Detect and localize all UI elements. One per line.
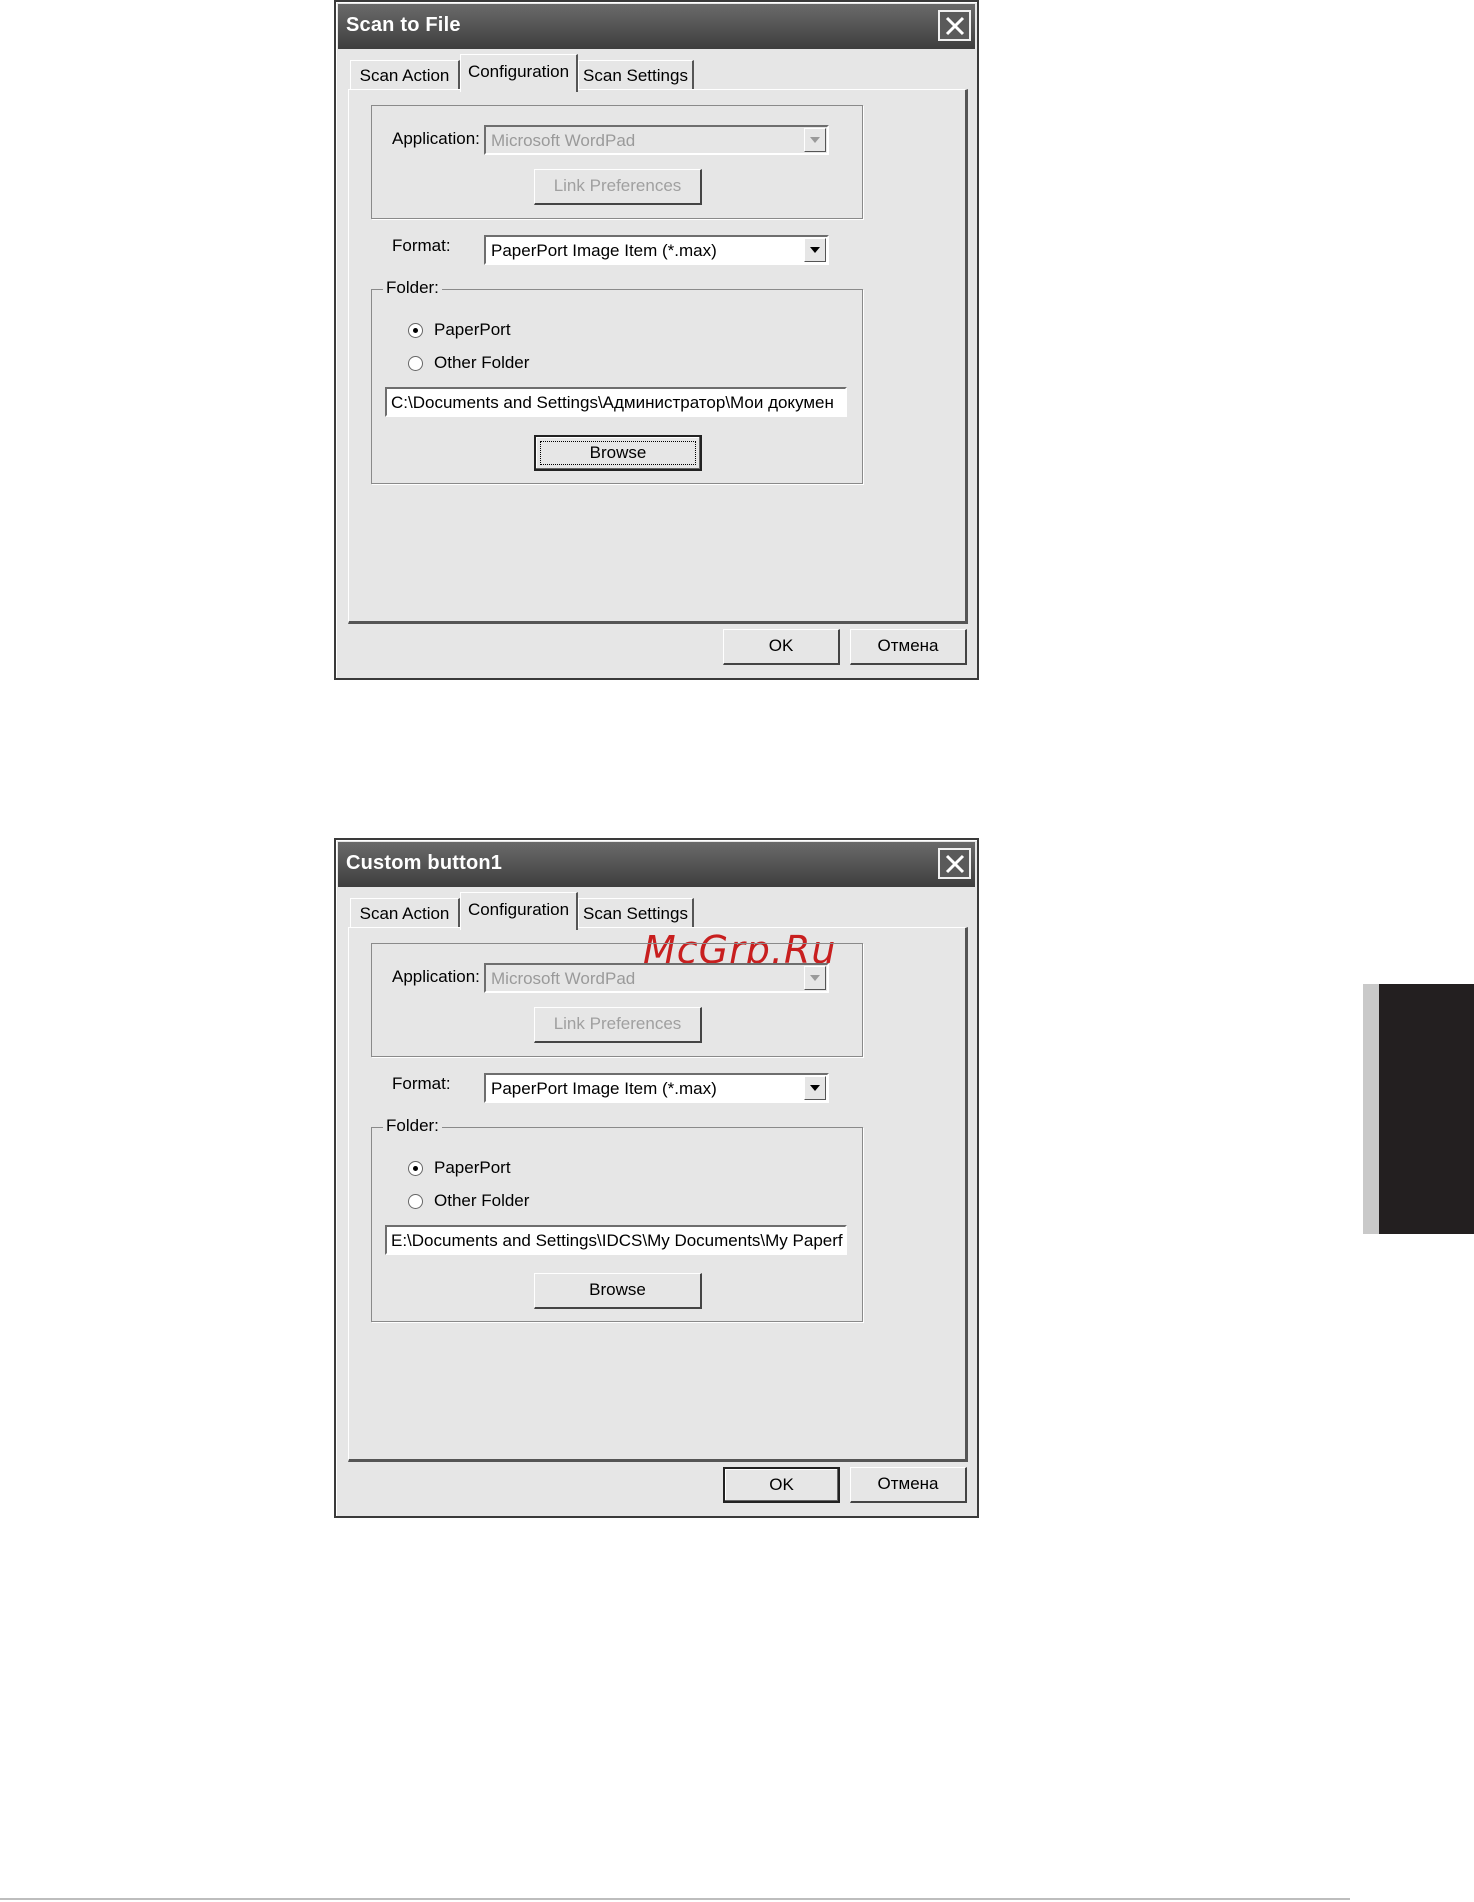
- folder-group-label: Folder:: [383, 1116, 442, 1136]
- scan-to-file-dialog: Scan to File Scan Action Configuration S…: [334, 0, 979, 680]
- cancel-button[interactable]: Отмена: [850, 629, 967, 665]
- chevron-down-icon[interactable]: [804, 128, 826, 152]
- ok-button[interactable]: OK: [723, 1467, 840, 1503]
- tab-configuration[interactable]: Configuration: [460, 892, 578, 930]
- dialog-title: Scan to File: [346, 14, 461, 36]
- radio-other-folder[interactable]: [408, 1194, 423, 1209]
- chevron-down-icon[interactable]: [804, 966, 826, 990]
- folder-path-field[interactable]: E:\Documents and Settings\IDCS\My Docume…: [385, 1225, 847, 1255]
- link-preferences-button[interactable]: Link Preferences: [534, 1007, 702, 1043]
- format-value: PaperPort Image Item (*.max): [491, 1079, 717, 1098]
- browse-button[interactable]: Browse: [534, 1273, 702, 1309]
- application-select[interactable]: Microsoft WordPad: [484, 125, 829, 155]
- radio-paperport-label[interactable]: PaperPort: [434, 320, 511, 340]
- dialog-title: Custom button1: [346, 852, 503, 874]
- tab-scan-action[interactable]: Scan Action: [350, 898, 460, 928]
- configuration-panel: Application: Microsoft WordPad Link Pref…: [348, 89, 968, 624]
- chevron-down-icon[interactable]: [804, 1076, 826, 1100]
- focus-rect: [540, 441, 696, 465]
- format-select[interactable]: PaperPort Image Item (*.max): [484, 235, 829, 265]
- radio-other-folder[interactable]: [408, 356, 423, 371]
- format-select[interactable]: PaperPort Image Item (*.max): [484, 1073, 829, 1103]
- chevron-down-icon[interactable]: [804, 238, 826, 262]
- footer-rule: [0, 1898, 1350, 1900]
- title-bar[interactable]: Custom button1: [338, 842, 975, 887]
- radio-paperport[interactable]: [408, 323, 423, 338]
- cancel-button[interactable]: Отмена: [850, 1467, 967, 1503]
- tab-scan-action[interactable]: Scan Action: [350, 60, 460, 90]
- tab-scan-settings[interactable]: Scan Settings: [578, 898, 694, 928]
- custom-button1-dialog: Custom button1 Scan Action Configuration…: [334, 838, 979, 1518]
- radio-other-folder-label[interactable]: Other Folder: [434, 1191, 529, 1211]
- format-label: Format:: [392, 1074, 451, 1093]
- close-button[interactable]: [938, 848, 971, 879]
- folder-group-label: Folder:: [383, 278, 442, 298]
- radio-paperport-label[interactable]: PaperPort: [434, 1158, 511, 1178]
- title-bar[interactable]: Scan to File: [338, 4, 975, 49]
- tab-configuration[interactable]: Configuration: [460, 54, 578, 92]
- folder-path-value: E:\Documents and Settings\IDCS\My Docume…: [391, 1231, 843, 1250]
- folder-path-field[interactable]: C:\Documents and Settings\Администратор\…: [385, 387, 847, 417]
- format-value: PaperPort Image Item (*.max): [491, 241, 717, 260]
- close-button[interactable]: [938, 10, 971, 41]
- tab-scan-settings[interactable]: Scan Settings: [578, 60, 694, 90]
- format-label: Format:: [392, 236, 451, 255]
- close-icon: [945, 854, 965, 874]
- section-side-tab: [1363, 984, 1474, 1234]
- application-value: Microsoft WordPad: [491, 131, 636, 150]
- browse-button[interactable]: Browse: [534, 435, 702, 471]
- ok-button[interactable]: OK: [723, 629, 840, 665]
- application-label: Application:: [392, 129, 480, 148]
- application-select[interactable]: Microsoft WordPad: [484, 963, 829, 993]
- close-icon: [945, 16, 965, 36]
- radio-paperport[interactable]: [408, 1161, 423, 1176]
- radio-other-folder-label[interactable]: Other Folder: [434, 353, 529, 373]
- configuration-panel: Application: Microsoft WordPad Link Pref…: [348, 927, 968, 1462]
- link-preferences-button[interactable]: Link Preferences: [534, 169, 702, 205]
- folder-path-value: C:\Documents and Settings\Администратор\…: [391, 393, 834, 412]
- application-value: Microsoft WordPad: [491, 969, 636, 988]
- side-tab-edge: [1363, 984, 1379, 1234]
- application-label: Application:: [392, 967, 480, 986]
